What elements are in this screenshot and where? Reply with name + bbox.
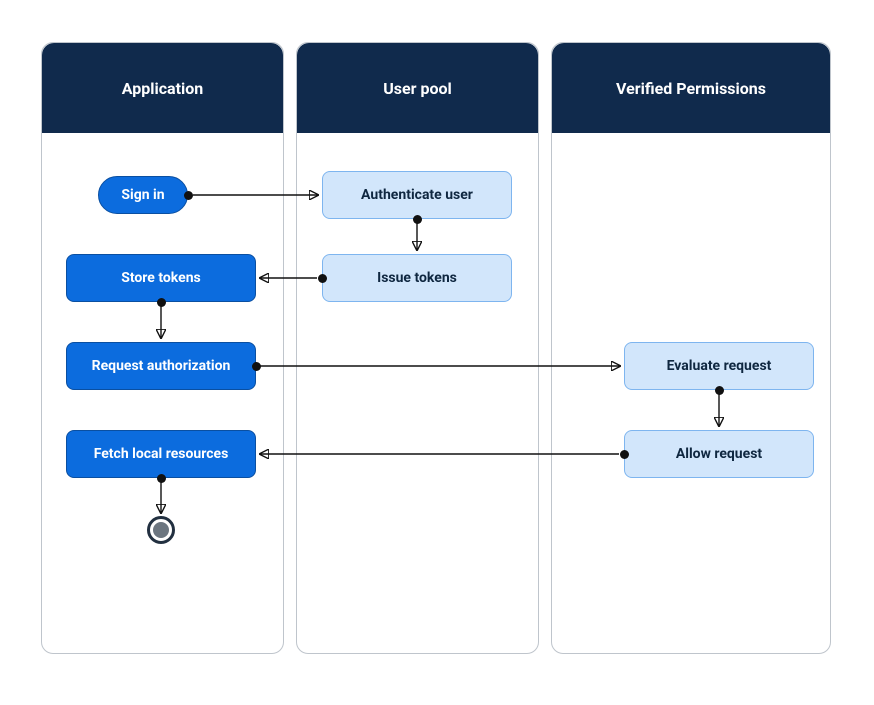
port-dot-icon bbox=[157, 474, 166, 483]
node-store-tokens: Store tokens bbox=[66, 254, 256, 302]
node-request-authorization: Request authorization bbox=[66, 342, 256, 390]
node-label: Evaluate request bbox=[667, 358, 772, 374]
swimlane-diagram: Application User pool Verified Permissio… bbox=[0, 0, 874, 705]
node-evaluate-request: Evaluate request bbox=[624, 342, 814, 390]
node-label: Issue tokens bbox=[377, 270, 457, 286]
lane-header-application: Application bbox=[42, 43, 283, 133]
lane-title: Application bbox=[122, 79, 204, 98]
node-label: Authenticate user bbox=[361, 187, 473, 203]
node-label: Sign in bbox=[121, 187, 164, 203]
node-fetch-local-resources: Fetch local resources bbox=[66, 430, 256, 478]
node-sign-in: Sign in bbox=[98, 176, 188, 214]
port-dot-icon bbox=[620, 450, 629, 459]
lane-userpool: User pool bbox=[296, 42, 539, 654]
port-dot-icon bbox=[715, 386, 724, 395]
node-issue-tokens: Issue tokens bbox=[322, 254, 512, 302]
port-dot-icon bbox=[184, 191, 193, 200]
end-node-inner-icon bbox=[153, 522, 169, 538]
node-authenticate-user: Authenticate user bbox=[322, 171, 512, 219]
lane-header-verified: Verified Permissions bbox=[552, 43, 830, 133]
lane-title: Verified Permissions bbox=[616, 79, 766, 98]
port-dot-icon bbox=[318, 274, 327, 283]
port-dot-icon bbox=[252, 362, 261, 371]
node-label: Fetch local resources bbox=[94, 446, 229, 462]
lane-header-userpool: User pool bbox=[297, 43, 538, 133]
port-dot-icon bbox=[413, 215, 422, 224]
end-node-icon bbox=[147, 516, 175, 544]
node-label: Allow request bbox=[676, 446, 762, 462]
port-dot-icon bbox=[157, 298, 166, 307]
lane-title: User pool bbox=[383, 79, 452, 98]
node-allow-request: Allow request bbox=[624, 430, 814, 478]
node-label: Request authorization bbox=[92, 358, 231, 374]
node-label: Store tokens bbox=[121, 270, 201, 286]
